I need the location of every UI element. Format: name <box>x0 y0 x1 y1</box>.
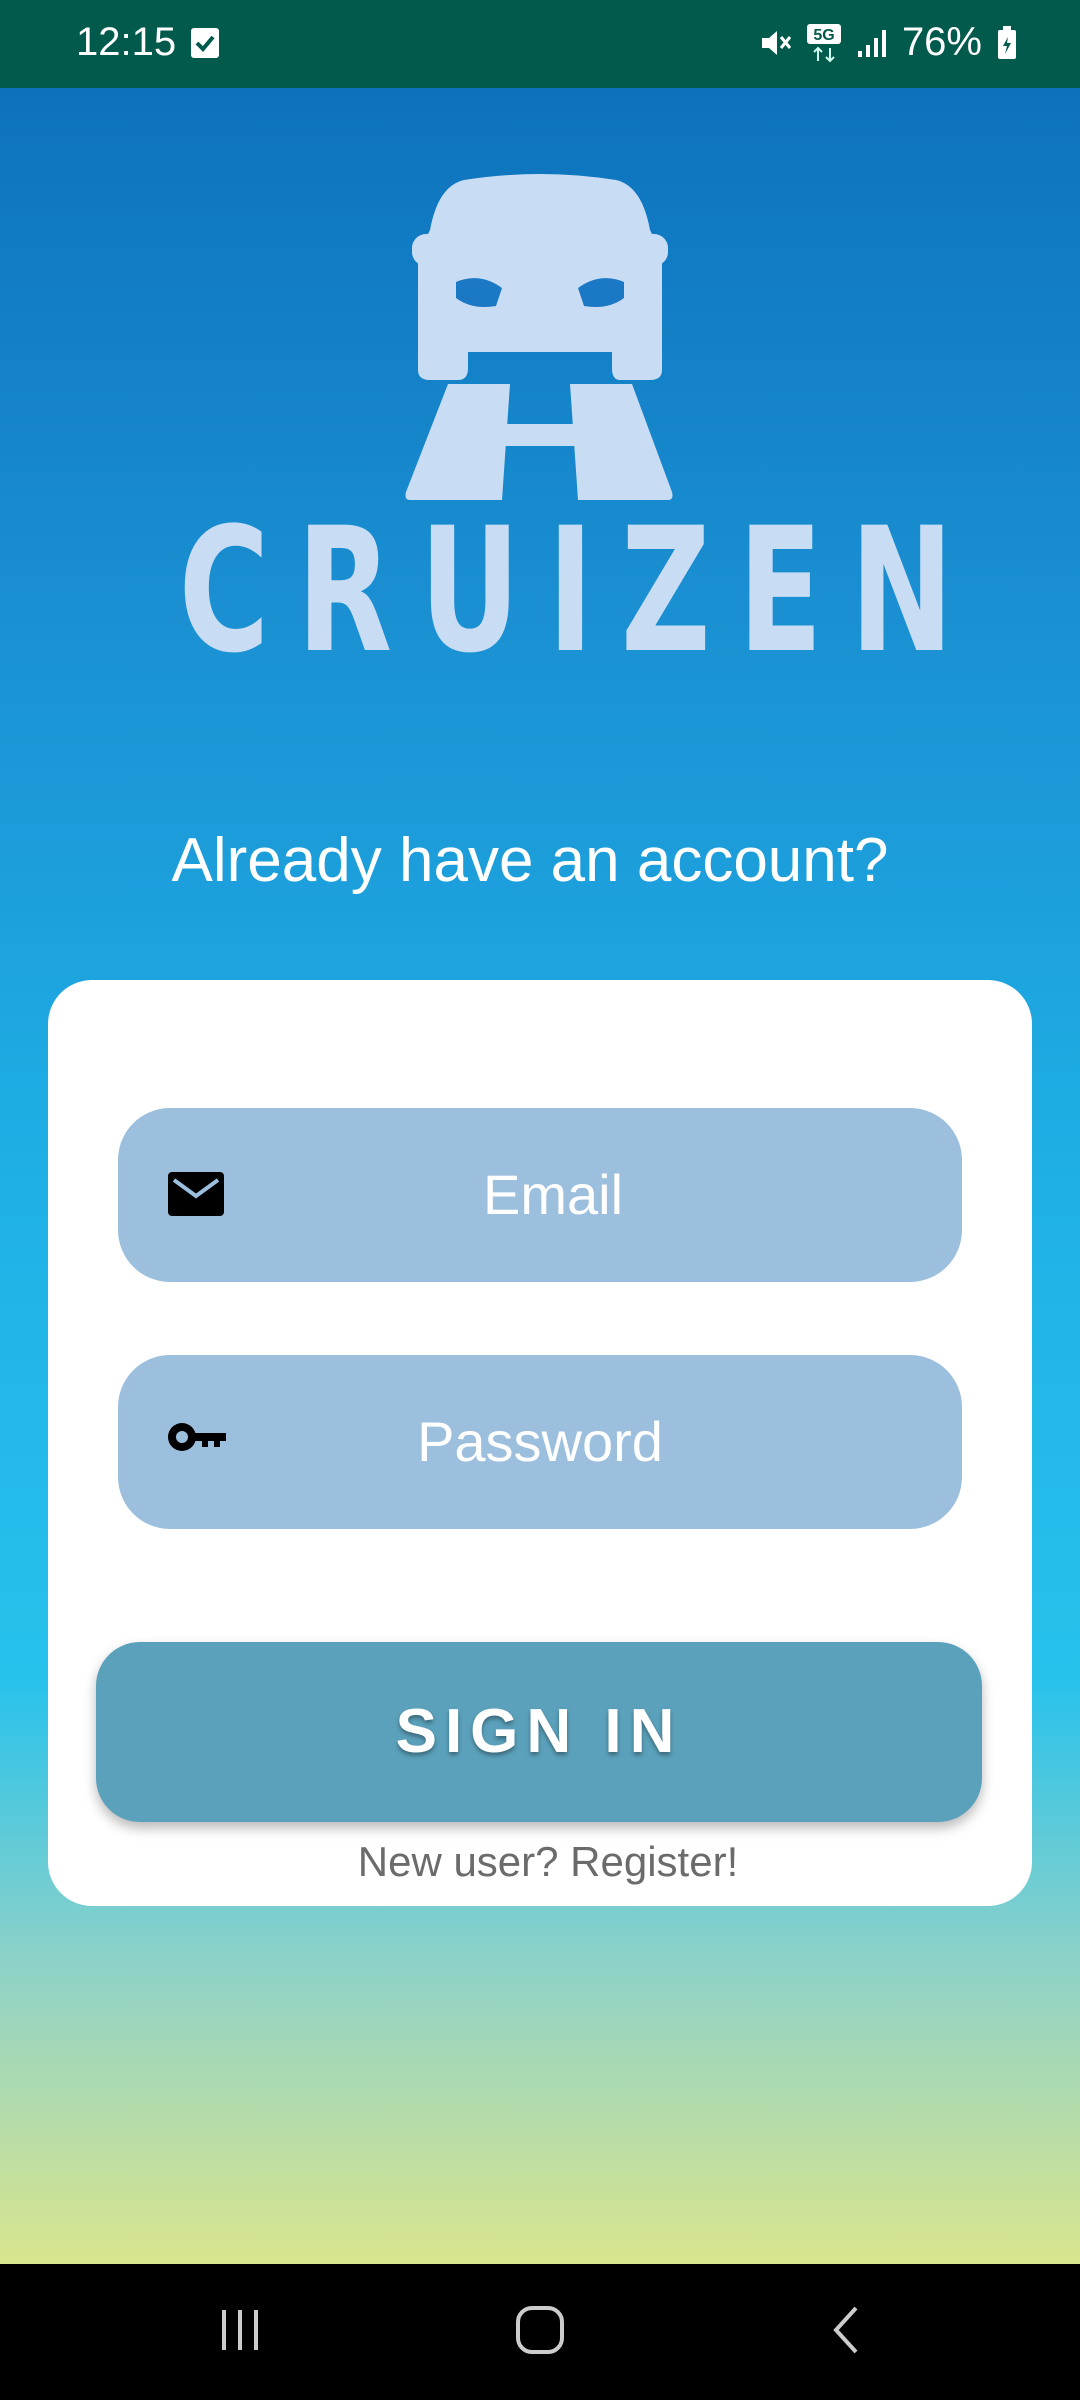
mute-icon <box>761 30 792 55</box>
recents-icon[interactable] <box>216 2300 264 2360</box>
battery-percent: 76% <box>901 20 982 64</box>
headline: Already have an account? <box>171 826 889 895</box>
back-icon[interactable] <box>824 2300 868 2360</box>
brand-name: CRUIZEN <box>178 490 981 691</box>
status-bar: 12:15 5G 76% <box>0 0 1080 88</box>
5g-icon: 5G <box>806 23 841 62</box>
home-icon[interactable] <box>512 2300 568 2360</box>
password-field[interactable]: Password <box>118 1355 962 1529</box>
register-link[interactable]: New user? Register! <box>48 1838 1048 1886</box>
sign-in-label: SIGN IN <box>395 1697 683 1766</box>
navigation-bar <box>0 2264 1080 2400</box>
status-icons: 5G 76% <box>758 20 1018 65</box>
email-placeholder: Email <box>482 1163 624 1226</box>
battery-icon <box>998 25 1016 59</box>
email-field[interactable]: Email <box>118 1108 962 1282</box>
sign-in-button[interactable]: SIGN IN <box>96 1642 982 1822</box>
svg-text:5G: 5G <box>813 27 834 44</box>
login-card: Email Password SIGN IN New user? Registe… <box>48 980 1032 1906</box>
login-screen: 12:15 5G 76% CRUIZEN Already have an acc… <box>0 0 1080 2400</box>
signal-icon <box>857 29 886 57</box>
car-on-road-icon <box>405 174 673 500</box>
status-time: 12:15 <box>76 20 177 64</box>
password-placeholder: Password <box>417 1410 663 1473</box>
check-box-icon <box>191 28 219 58</box>
